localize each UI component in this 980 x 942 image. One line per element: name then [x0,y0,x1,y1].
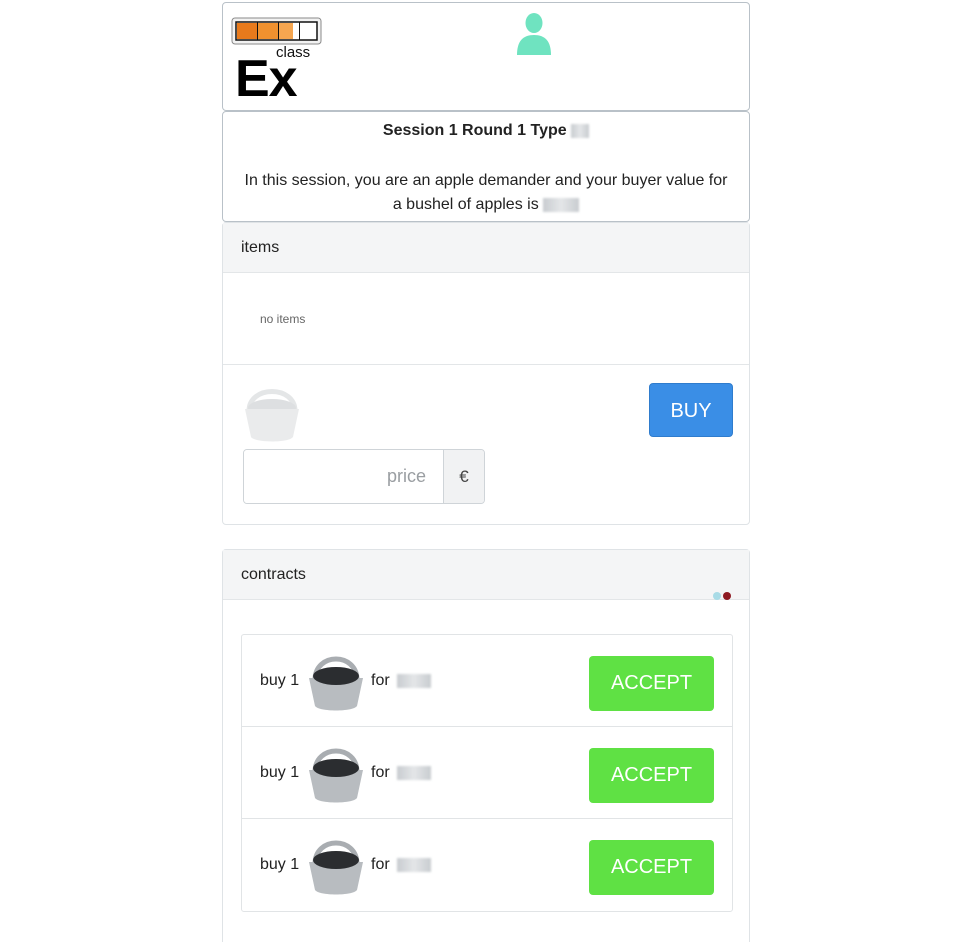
redacted-buyer-value [543,197,580,212]
accept-button[interactable]: ACCEPT [589,656,714,711]
contract-row: buy 1 for ACCEPT [242,819,732,911]
price-input-group: € [243,449,485,504]
buy-button[interactable]: BUY [649,383,733,437]
logo-ex-text: Ex [235,50,298,108]
description-line1: In this session, you are an apple demand… [244,172,728,189]
session-title-text: Session 1 Round 1 Type [382,122,567,139]
session-description: In this session, you are an apple demand… [231,169,741,217]
items-body: no items [223,273,749,365]
description-line2: a bushel of apples is [392,196,539,213]
header: class Ex [222,2,750,111]
contract-prefix: buy 1 [260,856,300,873]
contract-row: buy 1 for ACCEPT [242,635,732,727]
redacted-price [397,674,431,688]
connection-status-icon [713,571,731,620]
contracts-panel: contracts buy 1 for ACCEPT buy 1 for ACC… [222,549,750,942]
accept-button[interactable]: ACCEPT [589,748,714,803]
basket-icon [309,656,363,711]
no-items-text: no items [260,312,306,326]
contract-list: buy 1 for ACCEPT buy 1 for ACCEPT buy 1 [241,634,733,912]
basket-icon [309,748,363,803]
classex-logo: class Ex [231,17,323,105]
contract-prefix: buy 1 [260,764,300,781]
basket-icon [309,840,363,895]
redacted-price [397,766,431,780]
basket-faded-icon [245,389,299,442]
contract-for: for [371,764,390,781]
session-info: Session 1 Round 1 Type In this session, … [222,111,750,222]
redacted-price [397,858,431,872]
accept-button[interactable]: ACCEPT [589,840,714,895]
user-icon[interactable] [515,11,553,57]
currency-addon: € [443,450,484,503]
items-panel: items no items BUY € [222,222,750,525]
items-heading: items [223,223,749,273]
price-input[interactable] [244,450,444,503]
contract-prefix: buy 1 [260,672,300,689]
redacted-type [571,123,590,138]
session-title: Session 1 Round 1 Type [223,122,749,140]
contracts-heading: contracts [223,550,749,600]
progress-bar-logo [231,17,322,45]
contract-for: for [371,856,390,873]
contracts-heading-text: contracts [241,566,306,583]
contract-row: buy 1 for ACCEPT [242,727,732,819]
contract-for: for [371,672,390,689]
